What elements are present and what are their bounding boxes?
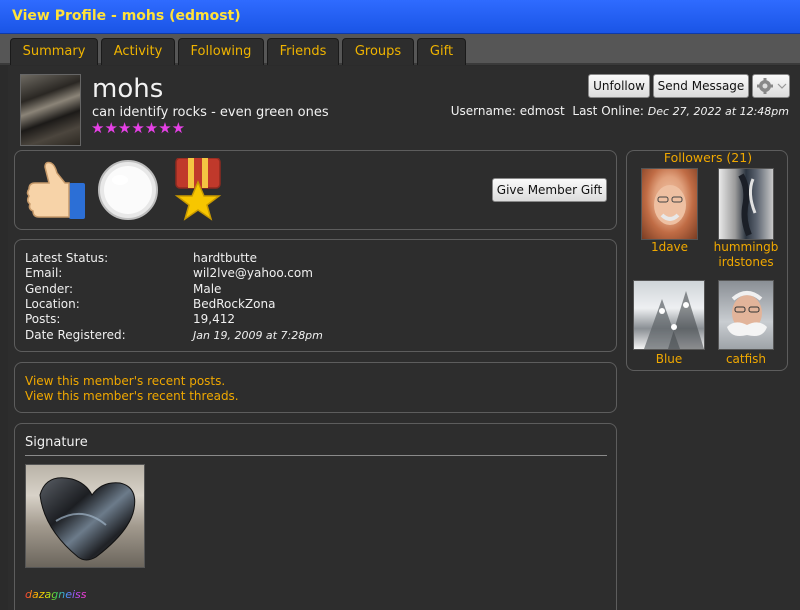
username-label: Username: [450,104,516,118]
snowy-tree-icon [644,291,704,349]
gear-icon [757,78,787,94]
give-member-gift-button[interactable]: Give Member Gift [492,178,607,202]
follower-name-hummingbirdstones-1[interactable]: hummingb [707,240,785,254]
registered-label: Date Registered: [25,328,126,342]
posts-value: 19,412 [193,312,235,326]
signature-text: dazagneiss [25,588,87,601]
settings-dropdown-button[interactable] [752,74,790,98]
tab-summary[interactable]: Summary [10,38,98,65]
follower-name-1dave[interactable]: 1dave [641,240,698,254]
last-online-label: Last Online: [572,104,644,118]
details-panel: Latest Status: hardtbutte Email: wil2lve… [14,239,617,352]
tab-bar: Summary Activity Following Friends Group… [0,34,800,65]
avatar [20,74,81,146]
email-value: wil2lve@yahoo.com [193,266,313,280]
gifts-panel: Give Member Gift [14,150,617,230]
rank-stars: ★★★★★★★ [91,119,186,137]
pearl-icon [98,160,158,220]
followers-title: Followers (21) [663,150,753,165]
gender-value: Male [193,282,222,296]
recent-posts-link[interactable]: View this member's recent posts. [25,374,225,388]
window-title: View Profile - mohs (edmost) [12,8,241,24]
follower-avatar-hummingbirdstones[interactable] [718,168,774,240]
gender-label: Gender: [25,282,74,296]
posts-label: Posts: [25,312,61,326]
display-name: mohs [92,74,164,104]
signature-divider [25,455,607,456]
links-panel: View this member's recent posts. View th… [14,362,617,413]
registered-value: Jan 19, 2009 at 7:28pm [193,329,323,342]
face-icon [654,185,686,225]
username-value: edmost [519,104,565,118]
thumbs-up-icon [26,161,85,219]
user-meta: Username: edmost Last Online: Dec 27, 20… [451,104,789,118]
follower-avatar-catfish[interactable] [718,280,774,350]
signature-title: Signature [25,435,88,450]
face-icon [727,291,767,336]
tab-gift[interactable]: Gift [417,38,466,65]
heart-stone-icon [39,477,136,561]
tab-activity[interactable]: Activity [101,38,175,65]
title-bar: View Profile - mohs (edmost) [0,0,800,34]
follower-avatar-1dave[interactable] [641,168,698,240]
latest-status-label: Latest Status: [25,251,109,265]
medal-icon [174,158,222,221]
latest-status-value: hardtbutte [193,251,258,265]
location-label: Location: [25,297,80,311]
followers-panel: Followers (21) 1dave hummingb irdstones … [626,150,788,371]
tab-groups[interactable]: Groups [342,38,414,65]
user-tagline: can identify rocks - even green ones [92,105,329,120]
tab-following[interactable]: Following [178,38,264,65]
follower-name-catfish[interactable]: catfish [710,352,782,366]
chevron-down-icon [777,83,787,89]
email-label: Email: [25,266,63,280]
signature-image [25,464,145,568]
follower-avatar-blue[interactable] [633,280,705,350]
unfollow-button[interactable]: Unfollow [588,74,650,98]
send-message-button[interactable]: Send Message [653,74,749,98]
recent-threads-link[interactable]: View this member's recent threads. [25,389,239,403]
last-online-value: Dec 27, 2022 at 12:48pm [647,105,789,118]
follower-name-hummingbirdstones-2[interactable]: irdstones [707,255,785,269]
follower-name-blue[interactable]: Blue [633,352,705,366]
signature-panel: Signature dazagneiss [14,423,617,610]
location-value: BedRockZona [193,297,276,311]
tab-friends[interactable]: Friends [267,38,339,65]
sculpture-icon [738,173,757,237]
